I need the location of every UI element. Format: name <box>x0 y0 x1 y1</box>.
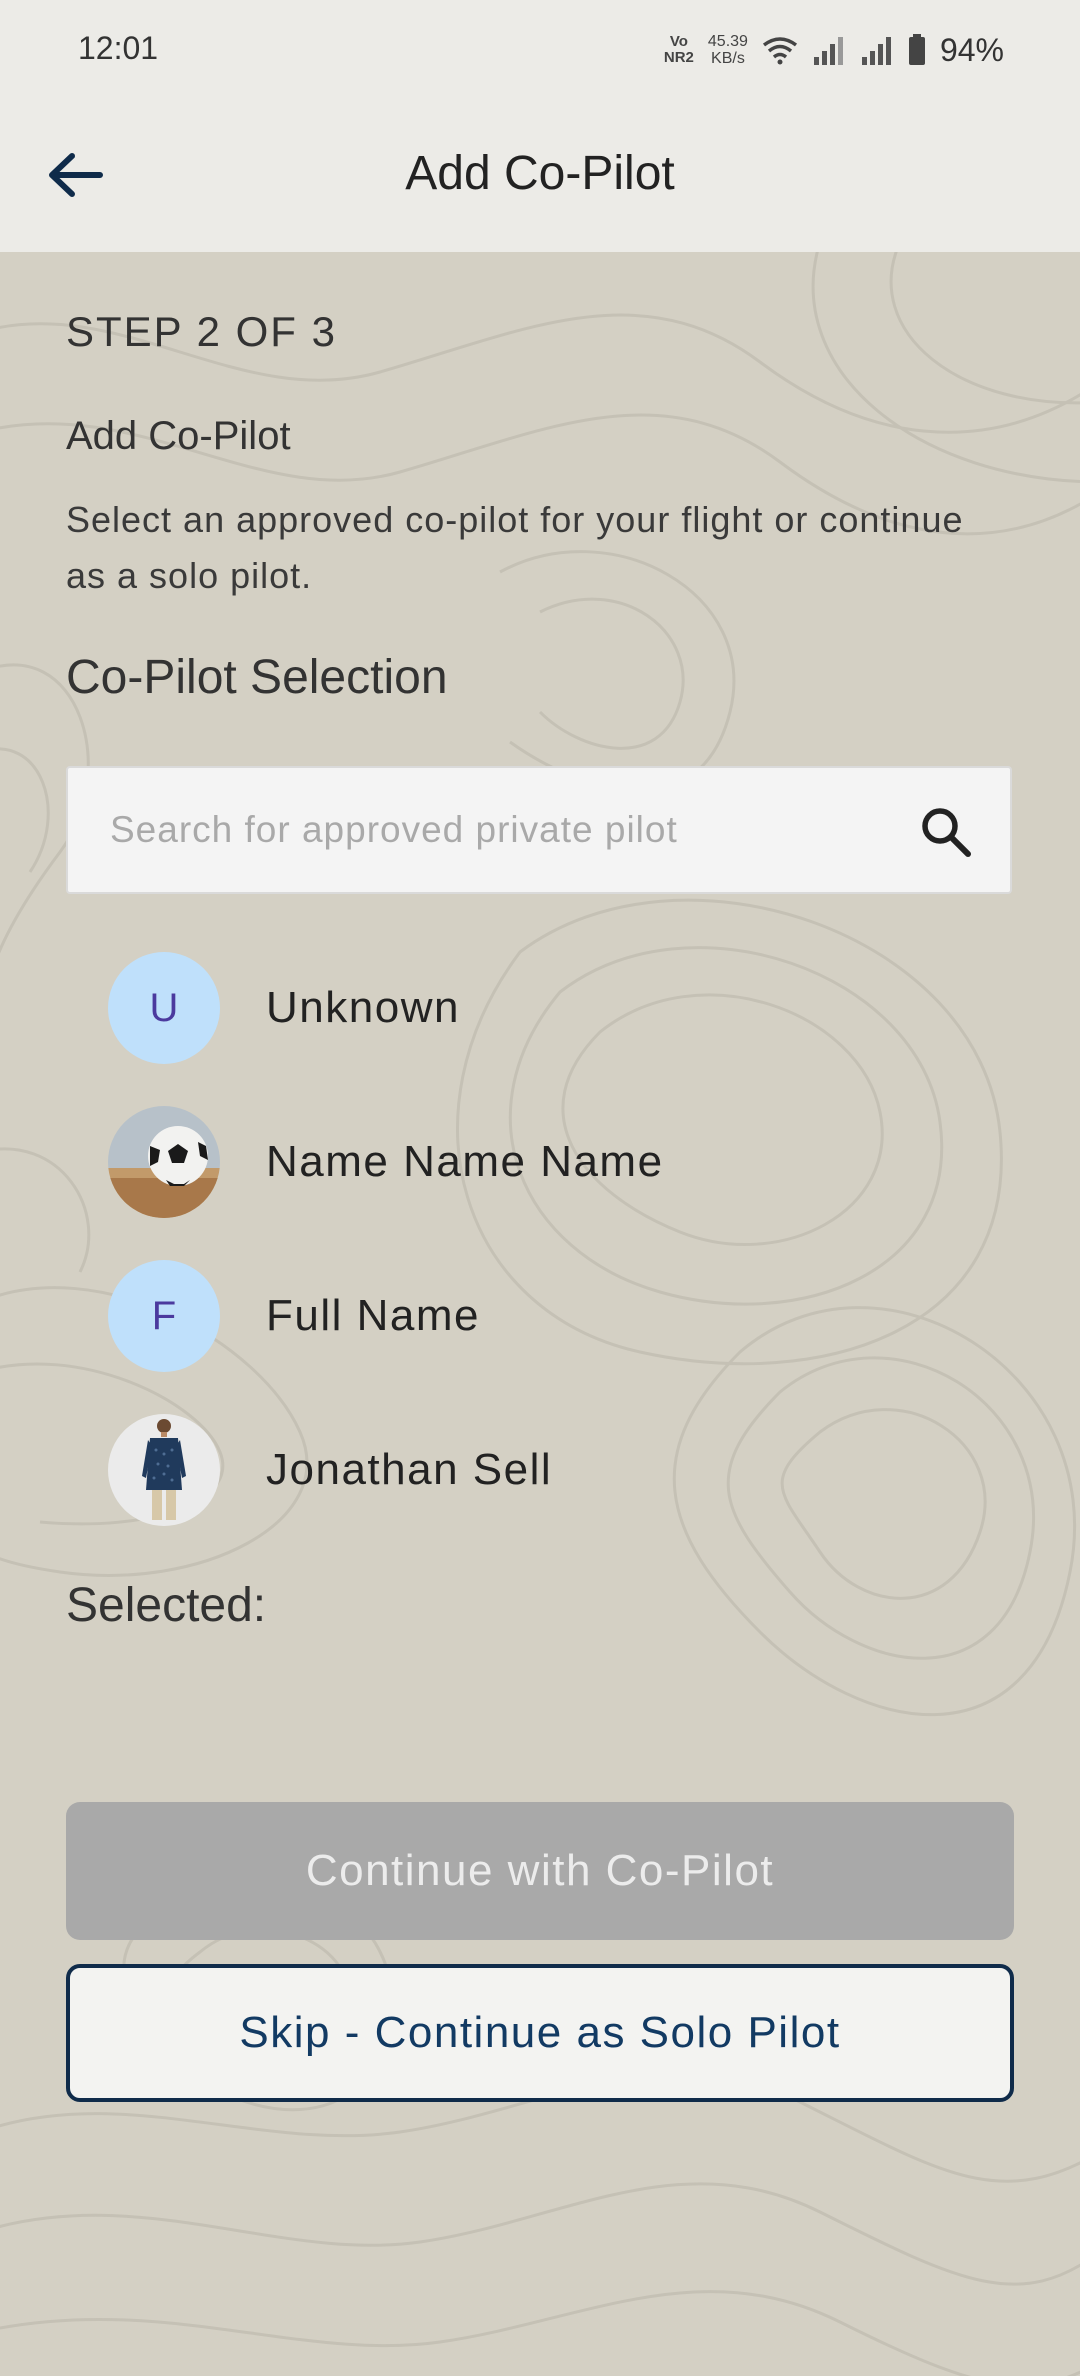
search-box <box>66 766 1012 894</box>
soccer-ball-photo <box>108 1106 220 1218</box>
pilot-list-item[interactable]: F Full Name <box>108 1260 1008 1372</box>
search-input[interactable] <box>110 768 910 892</box>
network-speed-value: 45.39 <box>707 33 748 50</box>
network-type-label: NR2 <box>663 49 694 66</box>
section-heading: Add Co-Pilot <box>66 414 291 458</box>
avatar-initial: F <box>151 1293 177 1338</box>
skip-solo-pilot-button[interactable]: Skip - Continue as Solo Pilot <box>66 1964 1014 2102</box>
man-in-kurta-photo <box>108 1414 220 1526</box>
network-speed-unit: KB/s <box>711 50 745 67</box>
app-bar: Add Co-Pilot <box>0 100 1080 252</box>
main-content: STEP 2 OF 3 Add Co-Pilot Select an appro… <box>0 252 1080 2376</box>
pilot-name: Full Name <box>266 1291 480 1340</box>
selected-label: Selected: <box>66 1579 267 1632</box>
search-icon <box>922 808 971 857</box>
avatar-initial: U <box>149 985 179 1030</box>
page-title: Add Co-Pilot <box>405 147 675 200</box>
avatar: F <box>108 1260 220 1372</box>
wifi-icon <box>762 37 798 65</box>
signal-icon-2 <box>861 37 891 65</box>
step-indicator: STEP 2 OF 3 <box>66 308 337 355</box>
avatar <box>108 1106 220 1218</box>
battery-icon <box>908 34 925 65</box>
signal-icon-1 <box>813 37 843 65</box>
pilot-list-item[interactable]: U Unknown <box>108 952 1008 1064</box>
pilot-name: Unknown <box>266 983 460 1032</box>
step-description: Select an approved co-pilot for your fli… <box>66 499 964 596</box>
avatar: U <box>108 952 220 1064</box>
avatar <box>108 1414 220 1526</box>
continue-with-co-pilot-button[interactable]: Continue with Co-Pilot <box>66 1802 1014 1940</box>
status-time: 12:01 <box>78 30 159 66</box>
pilot-name: Jonathan Sell <box>266 1445 553 1494</box>
battery-percent: 94% <box>939 31 1004 68</box>
volte-label: Vo <box>669 33 688 50</box>
pilot-list-item[interactable]: Name Name Name <box>108 1106 1008 1218</box>
pilot-name: Name Name Name <box>266 1137 664 1186</box>
co-pilot-selection-heading: Co-Pilot Selection <box>66 651 448 704</box>
status-indicators: Vo NR2 45.39 KB/s 94% <box>664 28 1004 72</box>
network-speed: 45.39 KB/s <box>708 33 748 67</box>
pilot-list-item[interactable]: Jonathan Sell <box>108 1414 1008 1526</box>
search-button[interactable] <box>918 804 974 860</box>
volte-indicator: Vo NR2 <box>664 34 694 66</box>
status-bar: 12:01 Vo NR2 45.39 KB/s 94% <box>0 0 1080 100</box>
